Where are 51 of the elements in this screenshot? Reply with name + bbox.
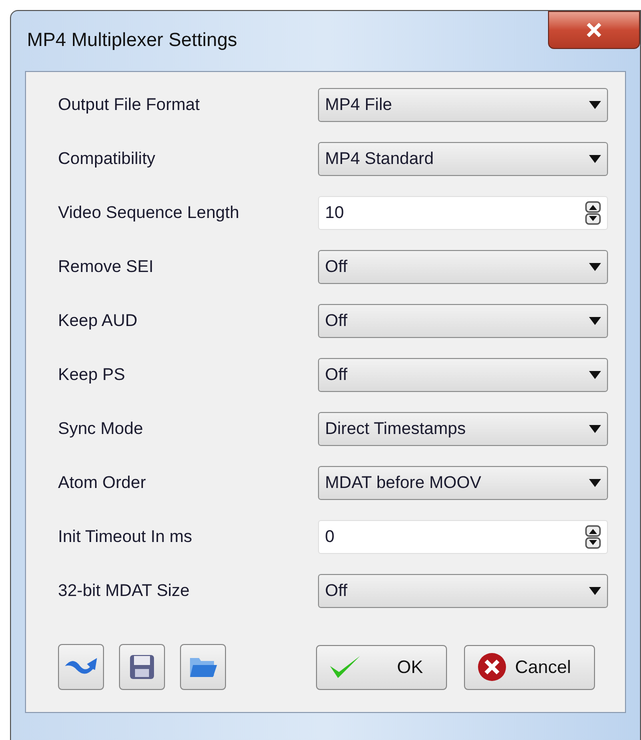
cancel-button[interactable]: Cancel xyxy=(464,644,595,690)
open-button[interactable] xyxy=(180,644,226,690)
dropdown[interactable]: Off xyxy=(318,358,608,392)
dropdown-value: Off xyxy=(325,310,348,332)
spin-value: 0 xyxy=(325,526,334,548)
spin-value: 10 xyxy=(325,202,344,224)
caret-icon xyxy=(589,155,601,163)
setting-label: 32-bit MDAT Size xyxy=(58,580,191,602)
caret-icon xyxy=(589,101,601,109)
setting-label: Atom Order xyxy=(58,472,147,494)
setting-label: Keep PS xyxy=(58,364,126,386)
setting-label: Compatibility xyxy=(58,148,156,170)
caret-icon xyxy=(589,371,601,379)
dropdown[interactable]: Off xyxy=(318,574,608,608)
dropdown[interactable]: Direct Timestamps xyxy=(318,412,608,446)
curved-arrow-icon xyxy=(65,658,97,676)
caret-icon xyxy=(589,587,601,595)
setting-label: Keep AUD xyxy=(58,310,138,332)
spin-field[interactable]: 0 xyxy=(318,520,608,554)
ok-button[interactable]: OK xyxy=(316,644,447,690)
caret-icon xyxy=(589,263,601,271)
dropdown-value: Direct Timestamps xyxy=(325,418,466,440)
caret-icon xyxy=(589,425,601,433)
spin-arrows-icon[interactable] xyxy=(585,201,601,225)
setting-label: Sync Mode xyxy=(58,418,144,440)
dropdown-value: Off xyxy=(325,580,348,602)
dropdown-value: MDAT before MOOV xyxy=(325,472,482,494)
error-icon xyxy=(477,652,507,682)
dropdown[interactable]: Off xyxy=(318,304,608,338)
caret-icon xyxy=(589,479,601,487)
dropdown[interactable]: Off xyxy=(318,250,608,284)
spin-field[interactable]: 10 xyxy=(318,196,608,230)
dropdown[interactable]: MP4 Standard xyxy=(318,142,608,176)
close-button[interactable] xyxy=(548,11,640,49)
setting-label: Video Sequence Length xyxy=(58,202,240,224)
dropdown-value: Off xyxy=(325,256,348,278)
dropdown-value: MP4 File xyxy=(325,94,392,116)
dropdown[interactable]: MP4 File xyxy=(318,88,608,122)
checkmark-icon xyxy=(329,654,361,680)
save-button[interactable] xyxy=(119,644,165,690)
dropdown[interactable]: MDAT before MOOV xyxy=(318,466,608,500)
window-title: MP4 Multiplexer Settings xyxy=(27,29,238,53)
spin-arrows-icon[interactable] xyxy=(585,525,601,549)
dropdown-value: MP4 Standard xyxy=(325,148,434,170)
setting-label: Remove SEI xyxy=(58,256,154,278)
close-icon xyxy=(586,23,602,37)
caret-icon xyxy=(589,317,601,325)
reset-button[interactable] xyxy=(58,644,104,690)
setting-label: Output File Format xyxy=(58,94,201,116)
setting-label: Init Timeout In ms xyxy=(58,526,194,548)
dropdown-value: Off xyxy=(325,364,348,386)
